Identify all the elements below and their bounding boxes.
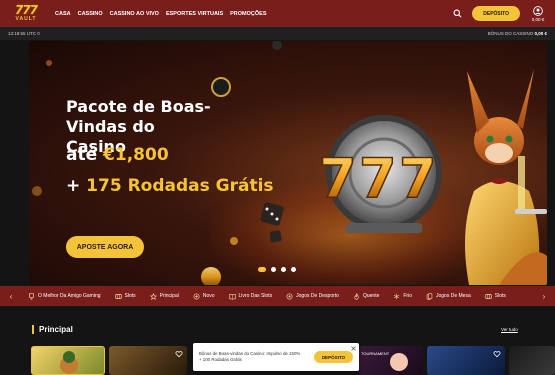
snowflake-icon (394, 293, 400, 299)
category-label: Livro Das Slots (238, 293, 273, 299)
deposit-button[interactable]: DEPÓSITO (472, 6, 520, 21)
header-actions: DEPÓSITO 0,00 € (451, 5, 547, 22)
game-tile[interactable] (109, 346, 187, 375)
carousel-dots (258, 267, 296, 272)
logo[interactable]: 777 VAULT (6, 0, 46, 27)
nav-cassino-ao-vivo[interactable]: CASSINO AO VIVO (110, 11, 159, 17)
user-icon (533, 5, 543, 16)
category-livro-das-slots[interactable]: Livro Das Slots (228, 293, 273, 300)
category-principal[interactable]: Principal (149, 292, 179, 300)
category-jogos-de-mesa[interactable]: Jogos De Mesa (426, 292, 471, 300)
hero-spins-prefix: + (66, 176, 87, 196)
see-all-link[interactable]: Ver tudo (501, 327, 518, 332)
nav-esportes-virtuais[interactable]: ESPORTES VIRTUAIS (166, 11, 223, 17)
hero-spins-value: 175 Rodadas Grátis (86, 176, 274, 196)
user-account[interactable]: 0,00 € (529, 5, 547, 22)
svg-text:7: 7 (319, 147, 357, 210)
section-principal-title: Principal (32, 325, 73, 334)
section-accent-bar (32, 325, 34, 334)
carousel-dot-1[interactable] (258, 267, 266, 272)
chevron-left-icon[interactable]: ‹ (0, 286, 22, 306)
svg-text:7: 7 (399, 147, 437, 210)
trophy-icon (29, 292, 34, 299)
game-tile[interactable] (427, 346, 505, 375)
close-icon[interactable] (351, 346, 356, 351)
nav-casa[interactable]: CASA (55, 11, 71, 17)
ball-icon (286, 293, 293, 299)
server-time: 13:18:55 UTC 0 (8, 31, 40, 36)
seven-seven-seven-icon: 7 7 7 (318, 146, 437, 211)
sparkle-icon (193, 293, 200, 299)
carousel-dot-4[interactable] (291, 267, 296, 272)
category-label: Jogos De Desporto (296, 293, 339, 299)
poker-chip-icon (211, 77, 231, 97)
game-tile[interactable] (31, 346, 105, 375)
category-label: Frio (403, 293, 412, 299)
casino-bonus: BÔNUS DO CASSINO 0,00 € (488, 31, 547, 36)
search-icon[interactable] (451, 8, 463, 20)
tournament-badge: TOURNAMENT (361, 351, 390, 356)
bet-now-button[interactable]: APOSTE AGORA (66, 236, 144, 258)
popup-deposit-button[interactable]: DEPÓSITO (313, 351, 353, 363)
heart-icon[interactable] (175, 350, 183, 358)
bonus-popup: Bônus de Boas-vindas do Casino: Impulso … (193, 343, 359, 371)
category-novo[interactable]: Novo (193, 293, 215, 300)
category-slots[interactable]: Slots (114, 293, 136, 300)
category-jogos-de-desporto[interactable]: Jogos De Desporto (286, 293, 339, 300)
hero-bonus-amount: até €1,800 (66, 145, 169, 165)
casino-bonus-label: BÔNUS DO CASSINO (487, 31, 534, 36)
popup-text-line2: + 100 Rodadas Grátis (199, 357, 242, 362)
game-tile[interactable]: TOURNAMENT (359, 346, 423, 375)
main-nav: CASA CASSINO CASSINO AO VIVO ESPORTES VI… (55, 11, 267, 17)
chevron-right-icon[interactable]: › (533, 286, 555, 306)
category-bar: ‹ O Melhor Da Amigo Gaming Slots Princip… (0, 286, 555, 306)
category-quente[interactable]: Quente (353, 292, 380, 300)
slot-icon (114, 293, 122, 299)
mascot-illustration (465, 69, 547, 285)
info-bar: 13:18:55 UTC 0 BÔNUS DO CASSINO 0,00 € (0, 27, 555, 40)
hero-bonus-value: €1,800 (103, 145, 169, 165)
logo-number: 777 (14, 3, 38, 17)
casino-page: 777 VAULT CASA CASSINO CASSINO AO VIVO E… (0, 0, 555, 375)
category-best-amigo[interactable]: O Melhor Da Amigo Gaming (28, 292, 101, 300)
cards-icon (426, 292, 433, 300)
category-list: O Melhor Da Amigo Gaming Slots Principal… (28, 292, 533, 300)
user-balance: 0,00 € (531, 16, 545, 22)
popup-text: Bônus de Boas-vindas do Casino: Impulso … (199, 351, 308, 363)
category-slots-2[interactable]: Slots (485, 293, 506, 300)
section-title-text: Principal (39, 325, 73, 334)
nav-promocoes[interactable]: PROMOÇÕES (230, 11, 266, 17)
carousel-dot-3[interactable] (281, 267, 286, 272)
category-label: Principal (159, 293, 179, 299)
heart-icon[interactable] (493, 350, 501, 358)
hero-bonus-prefix: até (66, 145, 104, 165)
carousel-dot-2[interactable] (271, 267, 276, 272)
game-tile[interactable] (509, 346, 555, 375)
category-label: Jogos De Mesa (436, 293, 471, 299)
dice-icon (260, 202, 284, 243)
fire-icon (354, 292, 359, 300)
top-header: 777 VAULT CASA CASSINO CASSINO AO VIVO E… (0, 0, 555, 27)
casino-bonus-value: 0,00 € (534, 31, 547, 36)
hero-free-spins: + 175 Rodadas Grátis (66, 176, 274, 196)
category-label: Quente (362, 293, 380, 299)
hero-banner[interactable]: 7 7 7 Pacote de Boas-Vindas do Casino at… (29, 41, 547, 285)
logo-word: VAULT (15, 16, 37, 22)
star-icon (149, 292, 157, 300)
book-icon (228, 293, 236, 300)
slot-icon (485, 293, 492, 299)
category-label: Slots (124, 293, 136, 299)
category-label: Novo (202, 293, 215, 299)
nav-cassino[interactable]: CASSINO (78, 11, 103, 17)
category-label: O Melhor Da Amigo Gaming (38, 293, 101, 299)
svg-text:7: 7 (359, 147, 397, 210)
category-label: Slots (494, 293, 506, 299)
category-frio[interactable]: Frio (393, 293, 412, 300)
